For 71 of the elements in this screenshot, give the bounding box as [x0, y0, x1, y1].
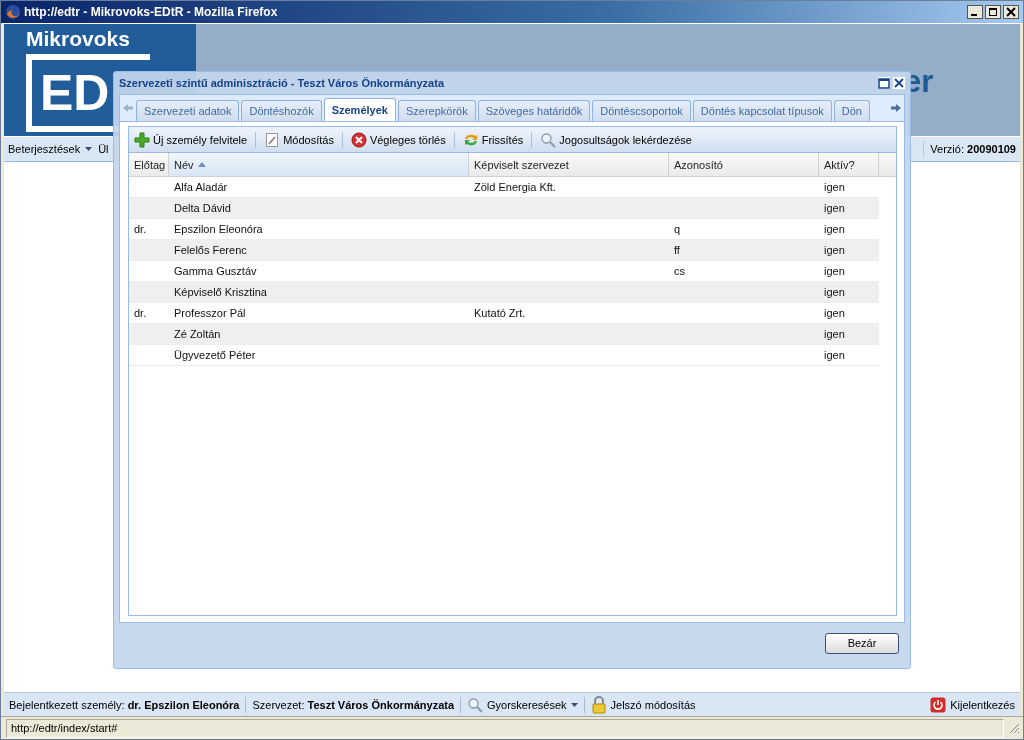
window-title: http://edtr - Mikrovoks-EDtR - Mozilla Firefox — [24, 5, 278, 19]
table-cell-text: igen — [823, 306, 846, 321]
tab[interactable]: Döntéshozók — [241, 100, 322, 121]
column-header[interactable]: Név — [169, 153, 469, 176]
table-cell-text: igen — [823, 285, 846, 300]
logged-in-user: Bejelentkezett személy: dr. Epszilon Eleonóra — [9, 698, 240, 711]
search-icon — [540, 131, 557, 148]
table-cell-text: Delta Dávid — [173, 201, 232, 216]
minimize-button[interactable] — [967, 5, 983, 19]
delete-icon — [350, 131, 367, 148]
table-cell-text: igen — [823, 243, 846, 258]
status-url: http://edtr/index/start# — [6, 718, 1004, 738]
search-icon — [467, 696, 484, 713]
power-icon — [930, 696, 947, 713]
table-cell-text: q — [673, 222, 682, 237]
close-button[interactable] — [1003, 5, 1019, 19]
change-password-link[interactable]: Jelszó módosítás — [610, 698, 696, 711]
table-cell-text: dr. — [133, 306, 148, 321]
scroll-right-icon[interactable] — [890, 103, 902, 113]
tab[interactable]: Szerepkörök — [397, 100, 476, 121]
table-cell-text: igen — [823, 180, 846, 195]
table-cell-text: Ügyvezető Péter — [173, 348, 257, 363]
toolbar-button[interactable]: Új személy felvitele — [132, 130, 250, 149]
quick-search-menu[interactable]: Gyorskeresések — [487, 698, 567, 711]
table-cell-text: igen — [823, 222, 846, 237]
tab[interactable]: Szöveges határidők — [477, 100, 591, 121]
tab[interactable]: Személyek — [323, 98, 396, 121]
table-cell-text: igen — [823, 327, 846, 342]
caret-icon — [570, 702, 578, 707]
column-header[interactable]: Aktív? — [819, 153, 879, 176]
brand-name: Mikrovoks — [26, 28, 131, 50]
tab[interactable]: Döntéscsoportok — [592, 100, 691, 121]
column-header[interactable]: Azonosító — [669, 153, 819, 176]
table-cell-text: cs — [673, 264, 686, 279]
plus-icon — [134, 131, 150, 148]
table-cell-text: Zöld Energia Kft. — [473, 180, 557, 195]
table-cell-text: Felelős Ferenc — [173, 243, 248, 258]
logout-link[interactable]: Kijelentkezés — [950, 698, 1015, 711]
firefox-icon — [5, 4, 21, 20]
menu-item[interactable]: Beterjesztések — [8, 143, 93, 155]
table-cell-text: Gamma Gusztáv — [173, 264, 258, 279]
organization: Szervezet: Teszt Város Önkormányzata — [252, 698, 455, 711]
toolbar-button[interactable]: Jogosultságok lekérdezése — [538, 130, 694, 149]
table-cell-text: ff — [673, 243, 681, 258]
close-dialog-button[interactable]: Bezár — [825, 632, 899, 654]
toolbar-button[interactable]: Frissítés — [460, 130, 526, 149]
tab[interactable]: Dön — [833, 100, 870, 121]
maximize-button[interactable] — [985, 5, 1001, 19]
maximize-icon[interactable] — [878, 77, 890, 89]
table-cell-text: Képviselő Krisztina — [173, 285, 268, 300]
resize-grip-icon — [1008, 722, 1020, 734]
table-cell-text: Professzor Pál — [173, 306, 247, 321]
toolbar-button[interactable]: Módosítás — [262, 130, 336, 149]
table-cell-text: dr. — [133, 222, 148, 237]
toolbar-button[interactable]: Végleges törlés — [348, 130, 448, 149]
close-icon[interactable] — [893, 77, 905, 89]
banner-title: er — [904, 64, 934, 100]
table-cell-text: igen — [823, 201, 846, 216]
table-cell-text: igen — [823, 264, 846, 279]
lock-icon — [590, 695, 607, 714]
table-cell-text: Kutató Zrt. — [473, 306, 527, 321]
column-header[interactable]: Képviselt szervezet — [469, 153, 669, 176]
table-cell-text: igen — [823, 348, 846, 363]
tab[interactable]: Döntés kapcsolat típusok — [692, 100, 832, 121]
tab[interactable]: Szervezeti adatok — [136, 100, 240, 121]
table-cell-text: Zé Zoltán — [173, 327, 222, 342]
pencil-page-icon — [264, 131, 281, 148]
table-cell-text: Alfa Aladár — [173, 180, 229, 195]
version-label: Verzió: 20090109 — [930, 143, 1016, 155]
menu-item[interactable]: Ül — [98, 143, 109, 155]
table-cell-text: Epszilon Eleonóra — [173, 222, 264, 237]
